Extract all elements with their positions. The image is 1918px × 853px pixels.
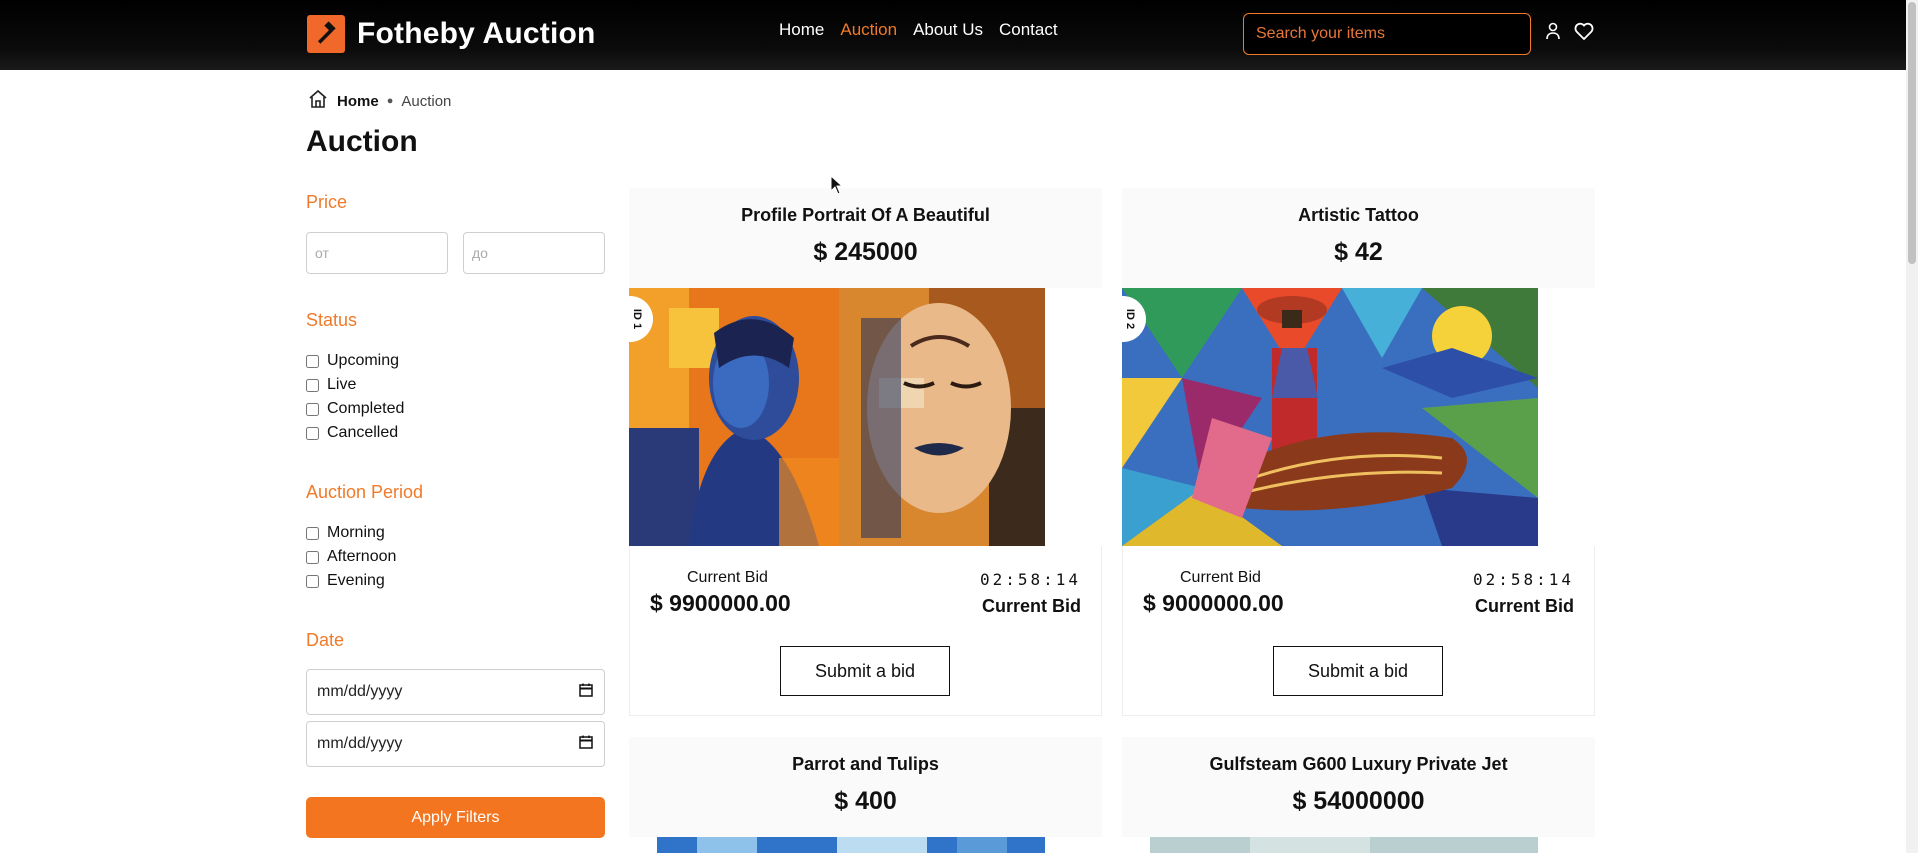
status-live-label: Live (327, 376, 357, 393)
card-title[interactable]: Gulfsteam G600 Luxury Private Jet (1122, 754, 1595, 775)
card-image-portrait[interactable]: ID 1 (629, 288, 1045, 546)
current-bid-label: Current Bid (1180, 569, 1261, 586)
submit-bid-button[interactable]: Submit a bid (1273, 646, 1443, 696)
period-afternoon[interactable]: Afternoon (306, 548, 396, 566)
nav-auction[interactable]: Auction (840, 20, 897, 40)
period-evening[interactable]: Evening (306, 572, 385, 590)
brand[interactable]: Fotheby Auction (307, 15, 596, 53)
submit-bid-button[interactable]: Submit a bid (780, 646, 950, 696)
countdown-timer: 02:58:14 (979, 570, 1081, 589)
card-image-artistic-tattoo[interactable]: ID 2 (1122, 288, 1538, 546)
nav-about-us[interactable]: About Us (913, 20, 983, 40)
nav-contact[interactable]: Contact (999, 20, 1058, 40)
auction-period-heading: Auction Period (306, 482, 424, 502)
period-morning-label: Morning (327, 524, 385, 541)
status-completed-checkbox[interactable] (306, 402, 319, 416)
status-upcoming-checkbox[interactable] (306, 354, 319, 368)
heart-icon[interactable] (1573, 20, 1595, 42)
breadcrumb-current: Auction (401, 92, 452, 110)
card-id: ID 2 (1124, 308, 1136, 330)
status-live[interactable]: Live (306, 376, 356, 394)
card-header: Artistic Tattoo $ 42 (1122, 188, 1595, 288)
home-icon[interactable] (307, 88, 329, 114)
card-id: ID 1 (631, 308, 643, 330)
auction-card[interactable]: Profile Portrait Of A Beautiful $ 245000… (629, 188, 1102, 716)
apply-filters-button[interactable]: Apply Filters (306, 797, 605, 838)
status-live-checkbox[interactable] (306, 378, 319, 392)
calendar-icon[interactable] (578, 682, 594, 703)
current-bid-amount: $ 9900000.00 (650, 590, 791, 616)
brand-name: Fotheby Auction (357, 17, 596, 50)
period-afternoon-checkbox[interactable] (306, 550, 319, 564)
search-input[interactable] (1243, 13, 1531, 55)
status-upcoming-label: Upcoming (327, 352, 400, 369)
date-heading: Date (306, 630, 345, 650)
card-header: Gulfsteam G600 Luxury Private Jet $ 5400… (1122, 737, 1595, 837)
page-scrollbar[interactable] (1906, 0, 1918, 853)
date-from-placeholder: mm/dd/yyyy (317, 683, 403, 700)
card-title[interactable]: Artistic Tattoo (1122, 205, 1595, 226)
period-afternoon-label: Afternoon (327, 548, 397, 565)
status-cancelled-checkbox[interactable] (306, 426, 319, 440)
status-cancelled-label: Cancelled (327, 424, 399, 441)
price-from-input[interactable] (306, 232, 448, 274)
period-morning-checkbox[interactable] (306, 526, 319, 540)
period-evening-label: Evening (327, 572, 385, 589)
nav-home[interactable]: Home (779, 20, 824, 40)
current-bid-caption: Current Bid (1475, 596, 1574, 616)
card-price: $ 400 (834, 787, 897, 815)
card-footer: Current Bid $ 9900000.00 02:58:14 Curren… (629, 546, 1102, 716)
status-completed[interactable]: Completed (306, 400, 404, 418)
card-title[interactable]: Parrot and Tulips (629, 754, 1102, 775)
current-bid-amount: $ 9000000.00 (1143, 590, 1284, 616)
date-to-field[interactable]: mm/dd/yyyy (306, 721, 605, 767)
card-price: $ 54000000 (1292, 787, 1425, 815)
countdown-timer: 02:58:14 (1472, 570, 1574, 589)
card-header: Profile Portrait Of A Beautiful $ 245000 (629, 188, 1102, 288)
top-navbar: Fotheby Auction Home Auction About Us Co… (0, 0, 1906, 70)
auction-card[interactable]: Parrot and Tulips $ 400 (629, 737, 1102, 853)
card-image-private-jet[interactable] (1150, 837, 1538, 853)
card-price: $ 42 (1334, 238, 1383, 266)
page-title: Auction (306, 125, 418, 158)
calendar-icon[interactable] (578, 734, 594, 755)
user-icon[interactable] (1542, 20, 1564, 42)
breadcrumb-separator: ● (386, 95, 394, 107)
status-completed-label: Completed (327, 400, 405, 417)
scrollbar-thumb[interactable] (1908, 2, 1916, 264)
date-to-placeholder: mm/dd/yyyy (317, 735, 403, 752)
date-from-field[interactable]: mm/dd/yyyy (306, 669, 605, 715)
status-upcoming[interactable]: Upcoming (306, 352, 399, 370)
card-price: $ 245000 (813, 238, 918, 266)
period-evening-checkbox[interactable] (306, 574, 319, 588)
auction-card[interactable]: Artistic Tattoo $ 42 ID 2 Current Bid $ … (1122, 188, 1595, 716)
breadcrumb-home[interactable]: Home (337, 93, 379, 110)
auction-card[interactable]: Gulfsteam G600 Luxury Private Jet $ 5400… (1122, 737, 1595, 853)
status-cancelled[interactable]: Cancelled (306, 424, 398, 442)
status-heading: Status (306, 310, 358, 330)
card-title[interactable]: Profile Portrait Of A Beautiful (629, 205, 1102, 226)
current-bid-label: Current Bid (687, 569, 768, 586)
mouse-cursor-icon (830, 175, 844, 195)
breadcrumb: Home ● Auction (307, 88, 451, 114)
price-heading: Price (306, 192, 348, 212)
card-image-parrot[interactable] (657, 837, 1045, 853)
price-to-input[interactable] (463, 232, 605, 274)
main-nav: Home Auction About Us Contact (779, 20, 1058, 40)
card-footer: Current Bid $ 9000000.00 02:58:14 Curren… (1122, 546, 1595, 716)
period-morning[interactable]: Morning (306, 524, 385, 542)
current-bid-caption: Current Bid (982, 596, 1081, 616)
card-header: Parrot and Tulips $ 400 (629, 737, 1102, 837)
gavel-icon (307, 15, 345, 53)
